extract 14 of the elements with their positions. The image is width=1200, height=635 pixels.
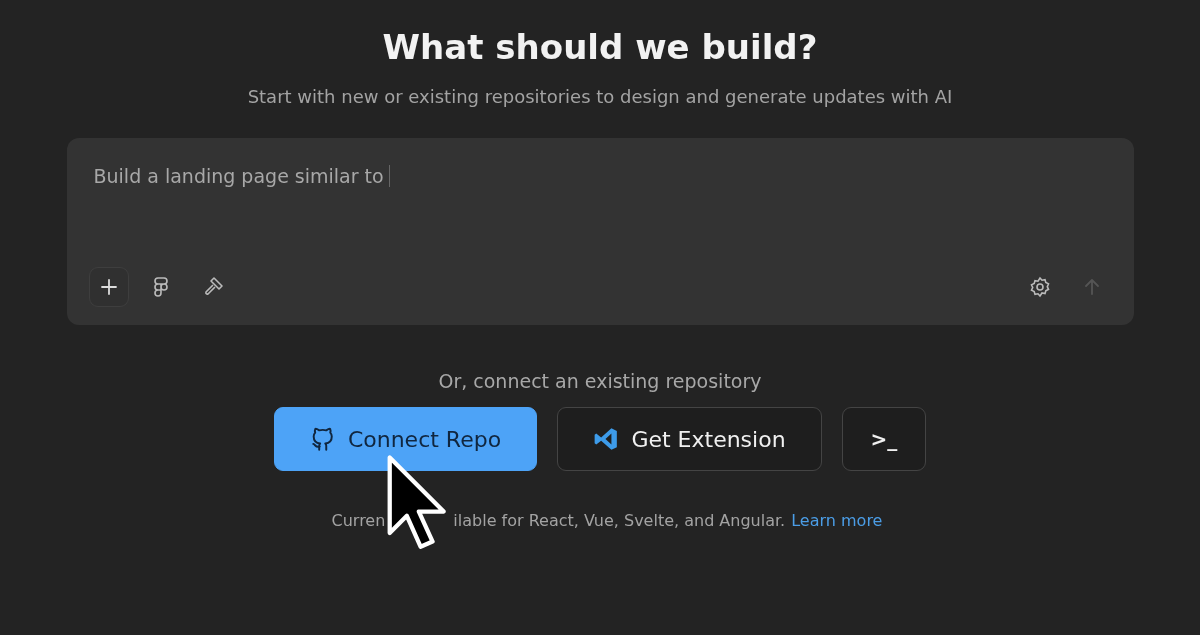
- learn-more-link[interactable]: Learn more: [791, 511, 883, 530]
- code-editor-icon: [593, 426, 620, 452]
- plus-icon: [99, 278, 118, 296]
- page-subtitle: Start with new or existing repositories to design and generate updates with AI: [247, 85, 953, 109]
- terminal-button[interactable]: >_: [842, 407, 926, 471]
- add-button[interactable]: [88, 267, 129, 307]
- availability-text: ilable for React, Vue, Svelte, and Angular.: [453, 511, 786, 530]
- connect-repo-button[interactable]: Connect Repo: [274, 407, 537, 471]
- prompt-field[interactable]: Build a landing page similar to: [88, 162, 1112, 267]
- connect-label: Or, connect an existing repository: [438, 369, 762, 394]
- page-title: What should we build?: [382, 26, 818, 69]
- availability-text: Curren: [331, 511, 386, 530]
- github-icon: [309, 426, 336, 452]
- get-extension-button[interactable]: Get Extension: [557, 407, 822, 471]
